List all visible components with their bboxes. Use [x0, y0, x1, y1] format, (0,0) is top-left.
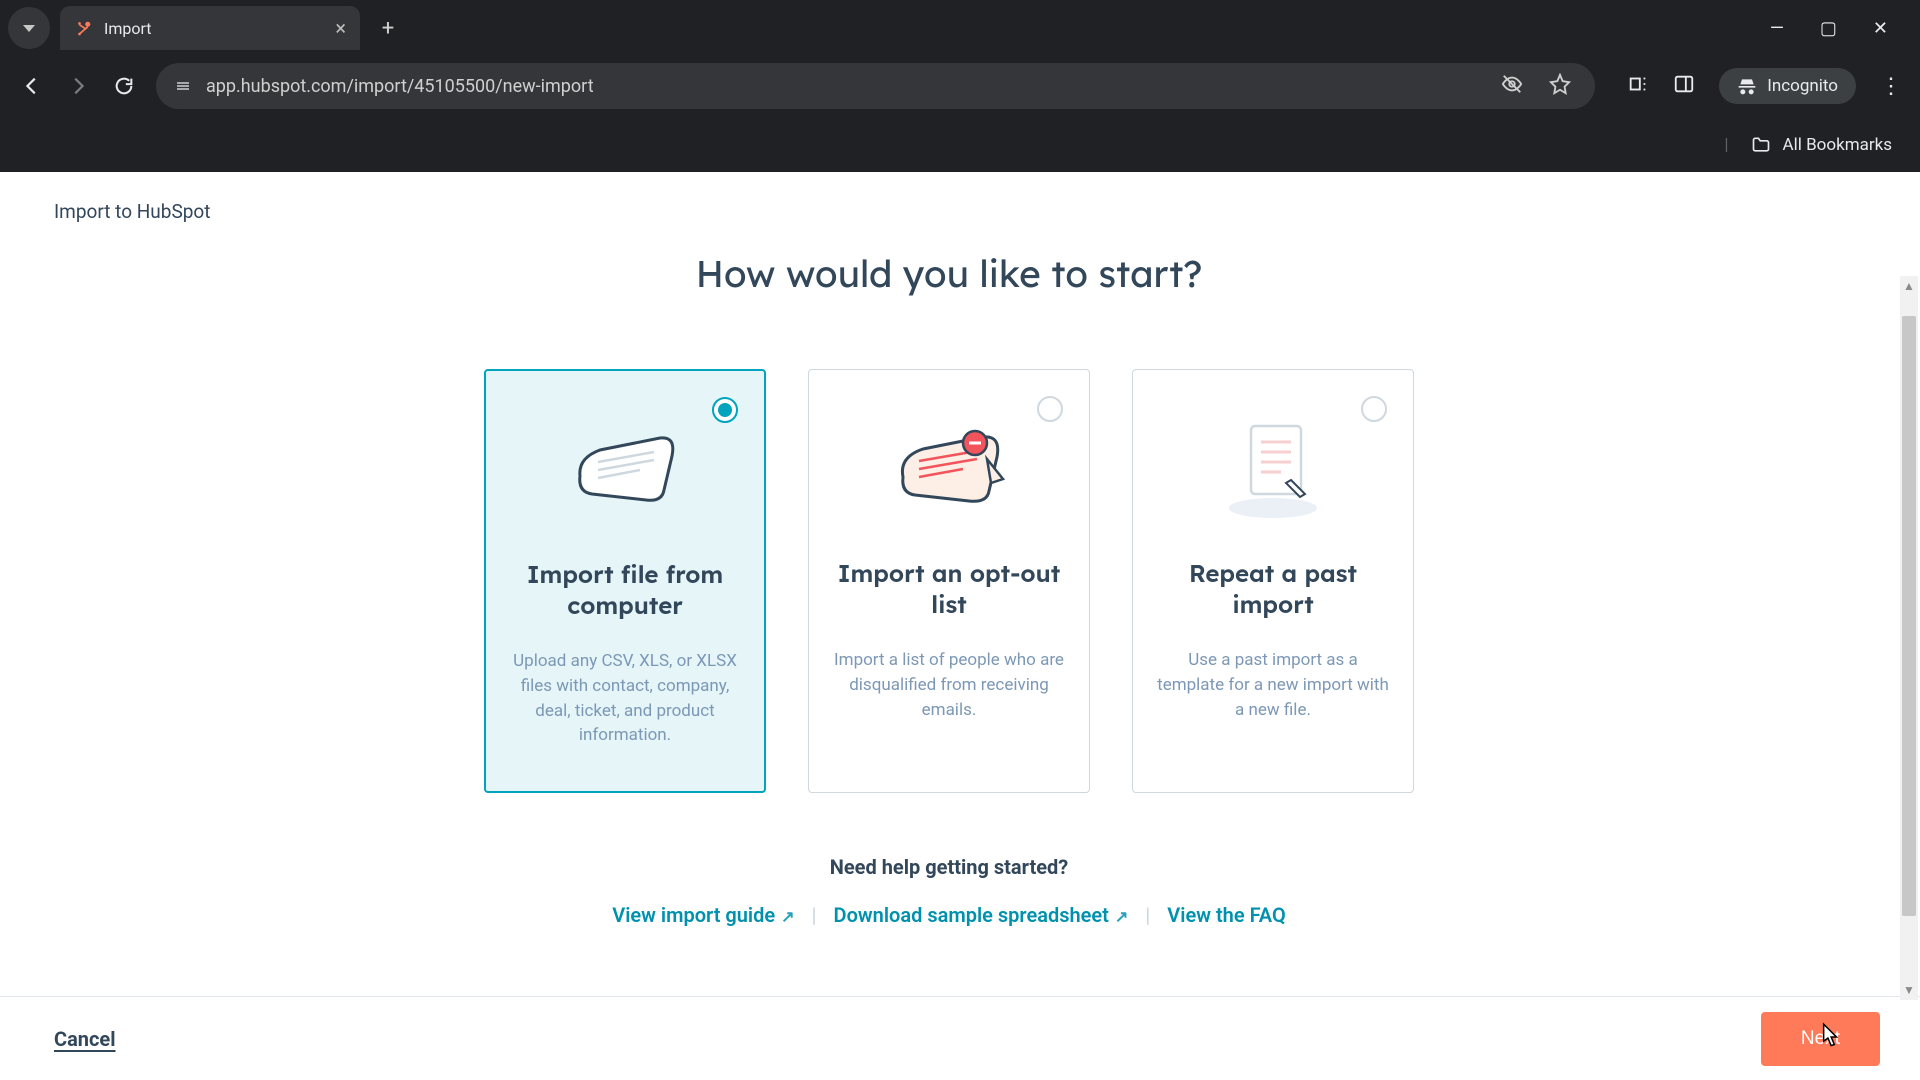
side-panel-icon[interactable] [1673, 73, 1695, 99]
bookmarks-bar: | All Bookmarks [0, 116, 1920, 172]
download-sample-link[interactable]: Download sample spreadsheet ↗ [834, 903, 1129, 927]
eye-off-icon[interactable] [1501, 73, 1523, 100]
view-faq-link[interactable]: View the FAQ [1167, 903, 1286, 927]
tab-strip: Import × + — ▢ ✕ [0, 0, 1920, 56]
scroll-up-arrow-icon[interactable]: ▲ [1900, 276, 1918, 296]
file-illustration-icon [510, 403, 740, 533]
close-tab-icon[interactable]: × [335, 16, 346, 40]
toolbar-right-cluster: Incognito ⋮ [1613, 68, 1902, 104]
all-bookmarks-link[interactable]: All Bookmarks [1783, 135, 1892, 155]
tab-search-button[interactable] [8, 7, 50, 49]
window-controls: — ▢ ✕ [1770, 18, 1912, 39]
radio-indicator[interactable] [1361, 396, 1387, 422]
toolbar-row: app.hubspot.com/import/45105500/new-impo… [0, 56, 1920, 116]
chevron-down-icon [23, 25, 35, 32]
link-label: View import guide [612, 903, 775, 927]
link-label: View the FAQ [1167, 903, 1286, 927]
breadcrumb: Import to HubSpot [0, 172, 1920, 223]
address-bar[interactable]: app.hubspot.com/import/45105500/new-impo… [156, 63, 1595, 109]
option-card-import-file[interactable]: Import file from computer Upload any CSV… [484, 369, 766, 793]
site-settings-icon[interactable] [174, 77, 192, 95]
link-label: Download sample spreadsheet [834, 903, 1109, 927]
optout-illustration-icon [833, 402, 1065, 532]
help-heading: Need help getting started? [0, 855, 1898, 879]
bookmark-star-icon[interactable] [1549, 73, 1571, 100]
card-title: Import an opt-out list [833, 558, 1065, 620]
page-viewport: Import to HubSpot How would you like to … [0, 172, 1920, 1080]
new-tab-button[interactable]: + [370, 10, 406, 46]
page-title: How would you like to start? [0, 251, 1898, 297]
card-description: Upload any CSV, XLS, or XLSX files with … [510, 649, 740, 748]
hubspot-favicon [74, 18, 94, 38]
minimize-button[interactable]: — [1770, 18, 1784, 39]
browser-chrome: Import × + — ▢ ✕ app.hubspot.com/import/… [0, 0, 1920, 172]
folder-icon [1751, 135, 1771, 155]
divider-icon: | [1724, 135, 1728, 155]
main-content: How would you like to start? Import file… [0, 223, 1920, 996]
media-control-icon[interactable] [1627, 73, 1649, 99]
scroll-down-arrow-icon[interactable]: ▼ [1900, 980, 1918, 1000]
option-cards-row: Import file from computer Upload any CSV… [0, 369, 1898, 793]
option-card-optout-list[interactable]: Import an opt-out list Import a list of … [808, 369, 1090, 793]
maximize-button[interactable]: ▢ [1820, 18, 1837, 39]
tab-title: Import [104, 19, 335, 38]
radio-indicator[interactable] [1037, 396, 1063, 422]
reload-button[interactable] [110, 72, 138, 100]
card-description: Import a list of people who are disquali… [833, 648, 1065, 722]
external-link-icon: ↗ [781, 907, 794, 926]
incognito-icon [1737, 76, 1757, 96]
view-import-guide-link[interactable]: View import guide ↗ [612, 903, 794, 927]
wizard-footer: Cancel Next [0, 996, 1920, 1080]
separator-icon: | [812, 903, 817, 927]
repeat-illustration-icon [1157, 402, 1389, 532]
incognito-label: Incognito [1767, 76, 1838, 96]
forward-button[interactable] [64, 72, 92, 100]
option-card-repeat-import[interactable]: Repeat a past import Use a past import a… [1132, 369, 1414, 793]
browser-tab-active[interactable]: Import × [60, 6, 360, 50]
next-button[interactable]: Next [1761, 1012, 1880, 1066]
help-links-row: View import guide ↗ | Download sample spr… [0, 903, 1898, 927]
cancel-button[interactable]: Cancel [54, 1027, 116, 1051]
card-title: Import file from computer [510, 559, 740, 621]
url-text: app.hubspot.com/import/45105500/new-impo… [206, 76, 594, 97]
back-button[interactable] [18, 72, 46, 100]
help-section: Need help getting started? View import g… [0, 855, 1898, 927]
external-link-icon: ↗ [1115, 907, 1128, 926]
close-window-button[interactable]: ✕ [1873, 18, 1888, 39]
incognito-indicator[interactable]: Incognito [1719, 68, 1856, 104]
vertical-scrollbar[interactable]: ▲ ▼ [1900, 276, 1918, 1000]
separator-icon: | [1145, 903, 1150, 927]
card-description: Use a past import as a template for a ne… [1157, 648, 1389, 722]
radio-indicator[interactable] [712, 397, 738, 423]
scroll-thumb[interactable] [1902, 316, 1916, 916]
card-title: Repeat a past import [1157, 558, 1389, 620]
kebab-menu-icon[interactable]: ⋮ [1880, 74, 1902, 99]
